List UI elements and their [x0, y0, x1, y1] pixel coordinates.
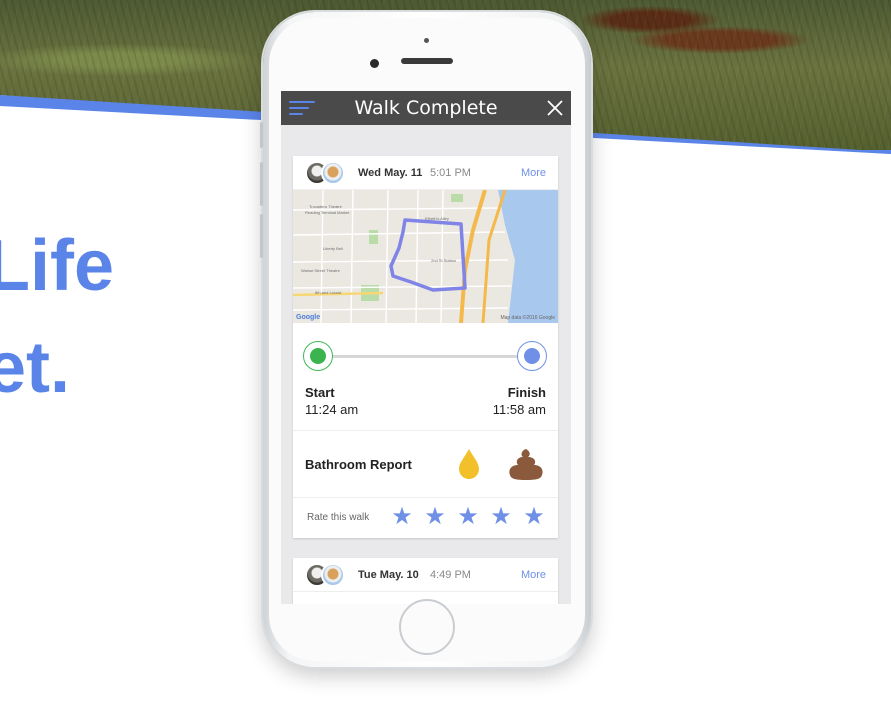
bathroom-report-label: Bathroom Report — [305, 457, 412, 472]
svg-text:Walnut Street Theatre: Walnut Street Theatre — [301, 268, 341, 273]
walk-card-header: Wed May. 11 5:01 PM More — [293, 156, 558, 190]
headline-line-1: Life — [0, 226, 115, 306]
app-header: Walk Complete — [281, 91, 571, 125]
close-icon[interactable] — [545, 98, 565, 118]
bathroom-report: Bathroom Report — [293, 431, 558, 498]
start-marker — [303, 341, 333, 371]
svg-text:Liberty Bell: Liberty Bell — [323, 246, 343, 251]
star-icon[interactable]: ★ — [424, 505, 446, 529]
more-link[interactable]: More — [521, 569, 546, 581]
map-graphic: Trocadero Theatre Reading Terminal Marke… — [293, 190, 558, 323]
star-icon[interactable]: ★ — [523, 505, 545, 529]
svg-text:8th and Locust: 8th and Locust — [315, 290, 342, 295]
phone-side-button — [260, 122, 263, 148]
start-time: 11:24 am — [305, 402, 359, 417]
svg-text:Reading Terminal Market: Reading Terminal Market — [305, 210, 350, 215]
star-icon[interactable]: ★ — [457, 505, 479, 529]
phone-volume-down — [260, 214, 263, 258]
map-credit: Map data ©2016 Google — [500, 315, 555, 321]
google-logo: Google — [296, 314, 321, 321]
rating-label: Rate this walk — [307, 512, 370, 523]
walk-route-map[interactable]: Trocadero Theatre Reading Terminal Marke… — [293, 190, 558, 323]
svg-text:2nd St Station: 2nd St Station — [431, 258, 456, 263]
walk-card: Tue May. 10 4:49 PM More — [293, 558, 558, 604]
walk-date: Tue May. 10 — [358, 569, 419, 581]
app-title: Walk Complete — [354, 97, 498, 119]
finish-marker — [517, 341, 547, 371]
svg-text:Trocadero Theatre: Trocadero Theatre — [309, 204, 343, 209]
home-button[interactable] — [399, 599, 455, 655]
avatar — [321, 161, 345, 185]
star-icon[interactable]: ★ — [490, 505, 512, 529]
walk-date: Wed May. 11 — [358, 167, 423, 179]
walk-time: 5:01 PM — [430, 167, 471, 179]
start-label: Start — [305, 385, 335, 400]
walk-rating: Rate this walk ★ ★ ★ ★ ★ — [293, 498, 558, 538]
dog-avatars — [305, 161, 349, 185]
rating-stars[interactable]: ★ ★ ★ ★ ★ — [391, 505, 556, 529]
walk-timeline: Start 11:24 am Finish 11:58 am — [293, 323, 558, 431]
pee-drop-icon — [459, 449, 479, 479]
walk-card: Wed May. 11 5:01 PM More Trocadero Theat… — [293, 156, 558, 538]
phone-volume-up — [260, 162, 263, 206]
avatar — [321, 563, 345, 587]
poop-icon — [509, 449, 543, 480]
timeline-track — [317, 355, 535, 358]
walk-card-header: Tue May. 10 4:49 PM More — [293, 558, 558, 592]
hero-headline: Life et. — [0, 215, 114, 419]
finish-label: Finish — [507, 385, 546, 400]
phone-speaker — [401, 58, 453, 64]
svg-text:Elfreth's Alley: Elfreth's Alley — [425, 216, 449, 221]
headline-line-2: et. — [0, 328, 71, 408]
phone-mockup: Walk Complete Wed May. 11 5:01 PM More T… — [260, 12, 591, 667]
landing-page: Life et. Walk Complete Wed May. 11 5:01 … — [0, 0, 891, 715]
finish-time: 11:58 am — [492, 402, 546, 417]
walk-time: 4:49 PM — [430, 569, 471, 581]
star-icon[interactable]: ★ — [391, 505, 413, 529]
app-screen: Walk Complete Wed May. 11 5:01 PM More T… — [281, 91, 571, 604]
more-link[interactable]: More — [521, 167, 546, 179]
phone-sensor — [424, 38, 429, 43]
phone-camera — [370, 59, 379, 68]
dog-avatars — [305, 563, 349, 587]
